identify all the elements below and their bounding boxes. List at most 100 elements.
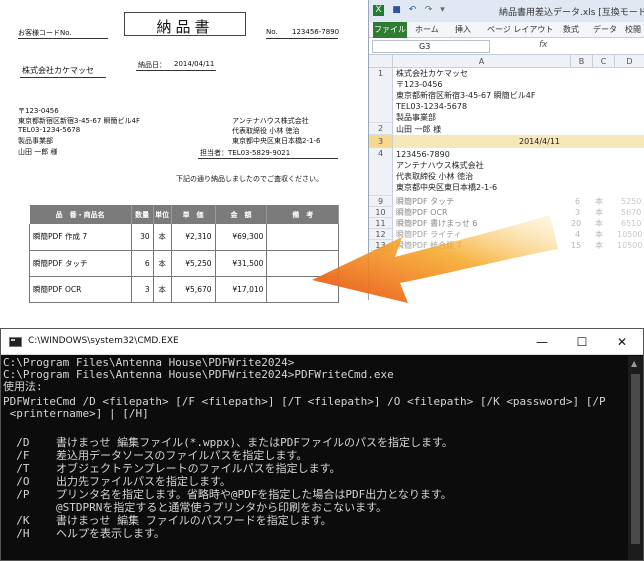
item-unit: 本 — [153, 224, 172, 251]
cell-b12[interactable]: 4 — [575, 229, 580, 240]
cell-a3[interactable]: 2014/4/11 — [519, 136, 560, 147]
tab-data[interactable]: データ — [593, 24, 617, 35]
excel-ribbon-tabs: ファイル ホーム 挿入 ページ レイアウト 数式 データ 校閲 — [369, 22, 644, 38]
console-line: C:\Program Files\Antenna House\PDFWrite2… — [3, 368, 394, 381]
column-header-d[interactable]: D — [615, 55, 644, 68]
row-header[interactable]: 13 — [369, 240, 393, 251]
cell-a1-line[interactable]: 製品事業部 — [396, 112, 436, 123]
cell-b9[interactable]: 6 — [575, 196, 580, 207]
cell-a11[interactable]: 瞬簡PDF 書けまっせ 6 — [396, 218, 477, 229]
row-header[interactable]: 1 — [369, 68, 393, 123]
cell-a1-line[interactable]: 〒123-0456 — [396, 79, 443, 90]
cell-a4-line[interactable]: 代表取締役 小林 徳治 — [396, 171, 473, 182]
tab-file[interactable]: ファイル — [373, 22, 407, 38]
staff-contact: 担当者：TEL03-5829-9021 — [200, 149, 291, 157]
cell-c9[interactable]: 本 — [595, 196, 603, 207]
cell-a4-line[interactable]: アンテナハウス株式会社 — [396, 160, 484, 171]
table-row: 瞬簡PDF 作成 7 30 本 ¥2,310 ¥69,300 — [29, 224, 339, 251]
cell-a4-line[interactable]: 123456-7890 — [396, 149, 450, 160]
excel-window: X ■ ↶ ↷ ▾ 納品書用差込データ.xls [互換モード ファイル ホーム … — [368, 0, 644, 300]
tab-formulas[interactable]: 数式 — [563, 24, 579, 35]
row-header[interactable]: 11 — [369, 218, 393, 229]
cell-d11[interactable]: 6510 — [621, 218, 641, 229]
customer-company: 株式会社カケマッセ — [22, 66, 94, 75]
table-header: 数量 — [131, 205, 154, 224]
item-amount: ¥31,500 — [215, 250, 268, 277]
cell-d10[interactable]: 5670 — [621, 207, 641, 218]
excel-app-icon: X — [373, 5, 384, 16]
item-name: 瞬簡PDF OCR — [29, 276, 132, 303]
cmd-window-title: C:\WINDOWS\system32\CMD.EXE — [28, 336, 179, 346]
minimize-button[interactable]: — — [527, 332, 557, 352]
scroll-up-icon[interactable]: ▲ — [631, 359, 637, 368]
item-price: ¥5,670 — [171, 276, 216, 303]
column-header-c[interactable]: C — [593, 55, 615, 68]
cell-a1-line[interactable]: 東京都新宿区新宿3-45-67 瞬簡ビル4F — [396, 90, 535, 101]
cmd-titlebar: C:\WINDOWS\system32\CMD.EXE — ☐ ✕ — [1, 329, 643, 355]
cell-b10[interactable]: 3 — [575, 207, 580, 218]
invoice-no-label: No. — [266, 28, 278, 36]
item-qty: 30 — [131, 224, 154, 251]
cell-d12[interactable]: 10500 — [617, 229, 642, 240]
table-row: 瞬簡PDF OCR 3 本 ¥5,670 ¥17,010 — [29, 276, 339, 303]
cell-a1-line[interactable]: 株式会社カケマッセ — [396, 68, 468, 79]
close-button[interactable]: ✕ — [607, 332, 637, 352]
redo-icon[interactable]: ↷ — [423, 5, 434, 16]
column-header-a[interactable]: A — [393, 55, 571, 68]
console-line: /H ヘルプを表示します。 — [3, 527, 165, 540]
row-header[interactable]: 2 — [369, 123, 393, 135]
customer-code-label: お客様コードNo. — [18, 29, 72, 37]
cell-a13[interactable]: 瞬簡PDF 統合版 7 — [396, 240, 462, 251]
cell-a12[interactable]: 瞬簡PDF ライティ — [396, 229, 462, 240]
item-qty: 3 — [131, 276, 154, 303]
scrollbar-thumb[interactable] — [631, 374, 640, 544]
cmd-scrollbar[interactable]: ▲ — [628, 356, 643, 560]
table-header: 品 番・商品名 — [29, 205, 132, 224]
cell-a4-line[interactable]: 東京都中央区東日本橋2-1-6 — [396, 182, 497, 193]
excel-titlebar: X ■ ↶ ↷ ▾ 納品書用差込データ.xls [互換モード — [369, 0, 644, 22]
sender-representative: 代表取締役 小林 徳治 — [232, 127, 300, 135]
tab-home[interactable]: ホーム — [415, 24, 439, 35]
row-header[interactable]: 3 — [369, 135, 393, 148]
cell-d9[interactable]: 5250 — [621, 196, 641, 207]
row-header[interactable]: 12 — [369, 229, 393, 240]
cell-b11[interactable]: 20 — [571, 218, 581, 229]
name-box[interactable]: G3 — [372, 40, 490, 53]
tab-insert[interactable]: 挿入 — [455, 24, 471, 35]
row-header[interactable]: 4 — [369, 148, 393, 196]
tab-review[interactable]: 校閲 — [625, 24, 641, 35]
cell-d13[interactable]: 10500 — [617, 240, 642, 251]
sender-company: アンテナハウス株式会社 — [232, 117, 309, 125]
save-icon[interactable]: ■ — [391, 5, 402, 16]
tab-page-layout[interactable]: ページ レイアウト — [487, 24, 553, 35]
column-header-b[interactable]: B — [571, 55, 593, 68]
cell-a1-line[interactable]: TEL03-1234-5678 — [396, 101, 467, 112]
console-line: /D 書けまっせ 編集ファイル(*.wppx)、またはPDFファイルのパスを指定… — [3, 436, 453, 449]
cell-b13[interactable]: 15 — [571, 240, 581, 251]
item-price: ¥5,250 — [171, 250, 216, 277]
row-header[interactable]: 9 — [369, 196, 393, 207]
select-all-corner[interactable] — [369, 55, 393, 68]
maximize-button[interactable]: ☐ — [567, 332, 597, 352]
quick-access-dropdown-icon[interactable]: ▾ — [437, 5, 448, 16]
excel-window-title: 納品書用差込データ.xls [互換モード — [499, 8, 644, 18]
customer-tel: TEL03-1234-5678 — [18, 126, 81, 134]
fx-icon[interactable]: fx — [539, 40, 548, 50]
table-row: 瞬簡PDF タッチ 6 本 ¥5,250 ¥31,500 — [29, 250, 339, 277]
item-note — [266, 250, 339, 277]
cmd-console-output[interactable]: C:\Program Files\Antenna House\PDFWrite2… — [3, 357, 627, 560]
cell-a10[interactable]: 瞬簡PDF OCR — [396, 207, 448, 218]
cell-c11[interactable]: 本 — [595, 218, 603, 229]
undo-icon[interactable]: ↶ — [407, 5, 418, 16]
delivery-date-label: 納品日： — [138, 61, 166, 69]
cell-c13[interactable]: 本 — [595, 240, 603, 251]
item-note — [266, 224, 339, 251]
item-note — [266, 276, 339, 303]
cell-c10[interactable]: 本 — [595, 207, 603, 218]
item-name: 瞬簡PDF 作成 7 — [29, 224, 132, 251]
row-header[interactable]: 10 — [369, 207, 393, 218]
cell-a9[interactable]: 瞬簡PDF タッチ — [396, 196, 454, 207]
cell-c12[interactable]: 本 — [595, 229, 603, 240]
cell-a2[interactable]: 山田 一郎 様 — [396, 124, 441, 135]
table-header: 単 価 — [171, 205, 216, 224]
